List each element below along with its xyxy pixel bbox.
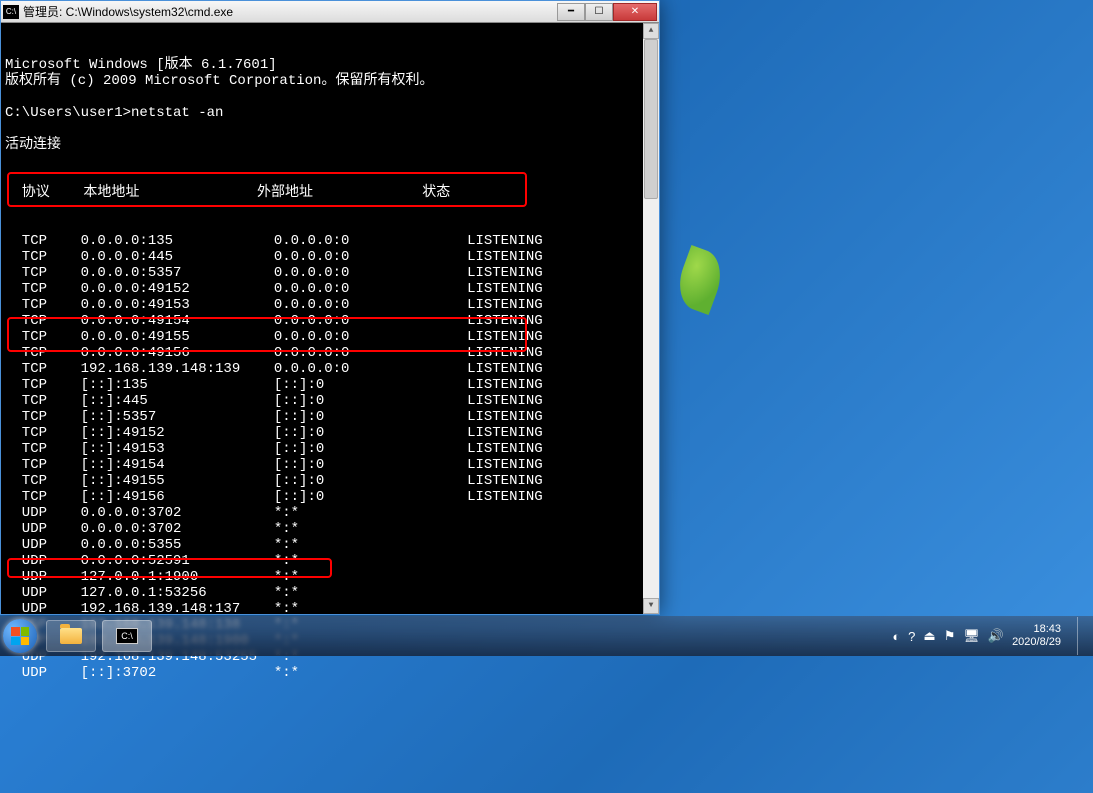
clock[interactable]: 18:43 2020/8/29 bbox=[1012, 623, 1065, 649]
clock-date: 2020/8/29 bbox=[1012, 636, 1061, 649]
cmd-body[interactable]: Microsoft Windows [版本 6.1.7601] 版权所有 (c)… bbox=[1, 23, 659, 614]
tray-icon-updates[interactable]: ◐ bbox=[892, 629, 900, 644]
cmd-titlebar-icon: C:\ bbox=[3, 5, 19, 19]
scrollbar[interactable]: ▲ ▼ bbox=[643, 23, 659, 614]
show-desktop-button[interactable] bbox=[1077, 617, 1087, 655]
maximize-button[interactable]: ☐ bbox=[585, 3, 613, 21]
tray-icon-network[interactable]: 🖥 bbox=[963, 628, 980, 644]
scroll-up-icon[interactable]: ▲ bbox=[643, 23, 659, 39]
cmd-header-text: Microsoft Windows [版本 6.1.7601] 版权所有 (c)… bbox=[5, 57, 655, 153]
tray-icon-help[interactable]: ? bbox=[908, 629, 915, 644]
close-button[interactable]: ✕ bbox=[613, 3, 657, 21]
titlebar[interactable]: C:\ 管理员: C:\Windows\system32\cmd.exe ━ ☐… bbox=[1, 1, 659, 23]
window-title: 管理员: C:\Windows\system32\cmd.exe bbox=[23, 3, 557, 20]
cmd-icon: C:\ bbox=[116, 628, 138, 644]
tray-icon-flag[interactable]: ⚑ bbox=[944, 628, 956, 644]
system-tray: ◐ ? ⏏ ⚑ 🖥 🔊 18:43 2020/8/29 bbox=[892, 617, 1087, 655]
scroll-down-icon[interactable]: ▼ bbox=[643, 598, 659, 614]
folder-icon bbox=[60, 628, 82, 644]
netstat-rows: TCP 0.0.0.0:135 0.0.0.0:0 LISTENING TCP … bbox=[5, 233, 655, 681]
tray-icon-volume[interactable]: 🔊 bbox=[988, 628, 1004, 644]
netstat-column-header: 协议 本地地址 外部地址 状态 bbox=[5, 185, 655, 201]
minimize-button[interactable]: ━ bbox=[557, 3, 585, 21]
start-button[interactable] bbox=[0, 616, 40, 656]
taskbar-item-cmd[interactable]: C:\ bbox=[102, 620, 152, 652]
scroll-thumb[interactable] bbox=[644, 39, 658, 199]
tray-icon-eject[interactable]: ⏏ bbox=[923, 628, 935, 644]
windows-logo-icon bbox=[11, 627, 29, 645]
wallpaper-leaf bbox=[671, 245, 729, 315]
clock-time: 18:43 bbox=[1012, 623, 1061, 636]
taskbar-item-explorer[interactable] bbox=[46, 620, 96, 652]
taskbar: C:\ ◐ ? ⏏ ⚑ 🖥 🔊 18:43 2020/8/29 bbox=[0, 616, 1093, 656]
cmd-window: C:\ 管理员: C:\Windows\system32\cmd.exe ━ ☐… bbox=[0, 0, 660, 615]
scroll-track[interactable] bbox=[643, 39, 659, 598]
